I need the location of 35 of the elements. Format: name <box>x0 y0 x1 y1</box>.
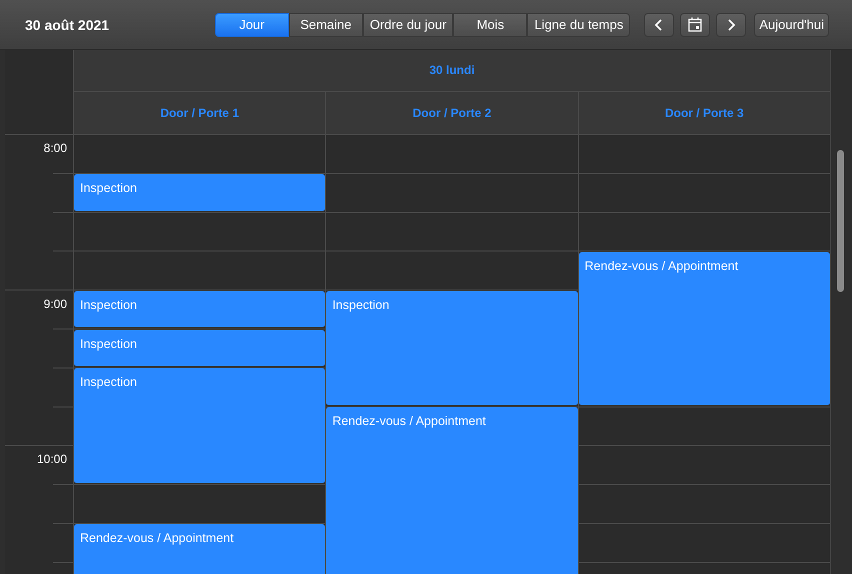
event-title: Inspection <box>332 298 390 312</box>
event-block[interactable]: Rendez-vous / Appointment <box>326 407 578 574</box>
event-title: Inspection <box>80 180 137 195</box>
calendar-icon <box>688 17 702 32</box>
day-header: 30 lundi <box>74 50 830 92</box>
next-button[interactable] <box>716 12 746 36</box>
time-label: 8:00 <box>44 141 67 155</box>
scrollbar-thumb[interactable] <box>837 150 844 292</box>
time-label: 10:00 <box>36 452 67 466</box>
event-title: Inspection <box>80 298 137 312</box>
event-title: Rendez-vous / Appointment <box>332 414 486 428</box>
event-block[interactable]: Rendez-vous / Appointment <box>578 252 830 406</box>
view-tab[interactable]: Mois <box>453 12 528 36</box>
date-title: 30 août 2021 <box>25 16 110 32</box>
event-title: Inspection <box>80 336 137 350</box>
chevron-left-icon <box>654 18 664 30</box>
time-label: 9:00 <box>44 296 67 311</box>
view-tab[interactable]: Jour <box>214 12 289 36</box>
event-block[interactable]: Inspection <box>74 174 326 212</box>
event-block[interactable]: Inspection <box>74 330 326 368</box>
event-block[interactable]: Inspection <box>74 368 326 484</box>
event-block[interactable]: Inspection <box>74 290 326 328</box>
previous-button[interactable] <box>644 12 674 36</box>
calendar-button[interactable] <box>680 12 710 36</box>
event-block[interactable]: Rendez-vous / Appointment <box>74 524 326 574</box>
chevron-right-icon <box>726 18 736 30</box>
view-tab[interactable]: Semaine <box>288 12 363 36</box>
resource-header: Door / Porte 3 <box>664 105 745 122</box>
event-block[interactable]: Inspection <box>326 290 578 406</box>
view-tab[interactable]: Ligne du temps <box>527 12 630 36</box>
today-button[interactable]: Aujourd'hui <box>754 12 829 36</box>
event-title: Rendez-vous / Appointment <box>584 258 738 273</box>
event-title: Rendez-vous / Appointment <box>80 531 234 545</box>
event-title: Inspection <box>80 375 137 390</box>
view-tab[interactable]: Ordre du jour <box>362 12 454 36</box>
